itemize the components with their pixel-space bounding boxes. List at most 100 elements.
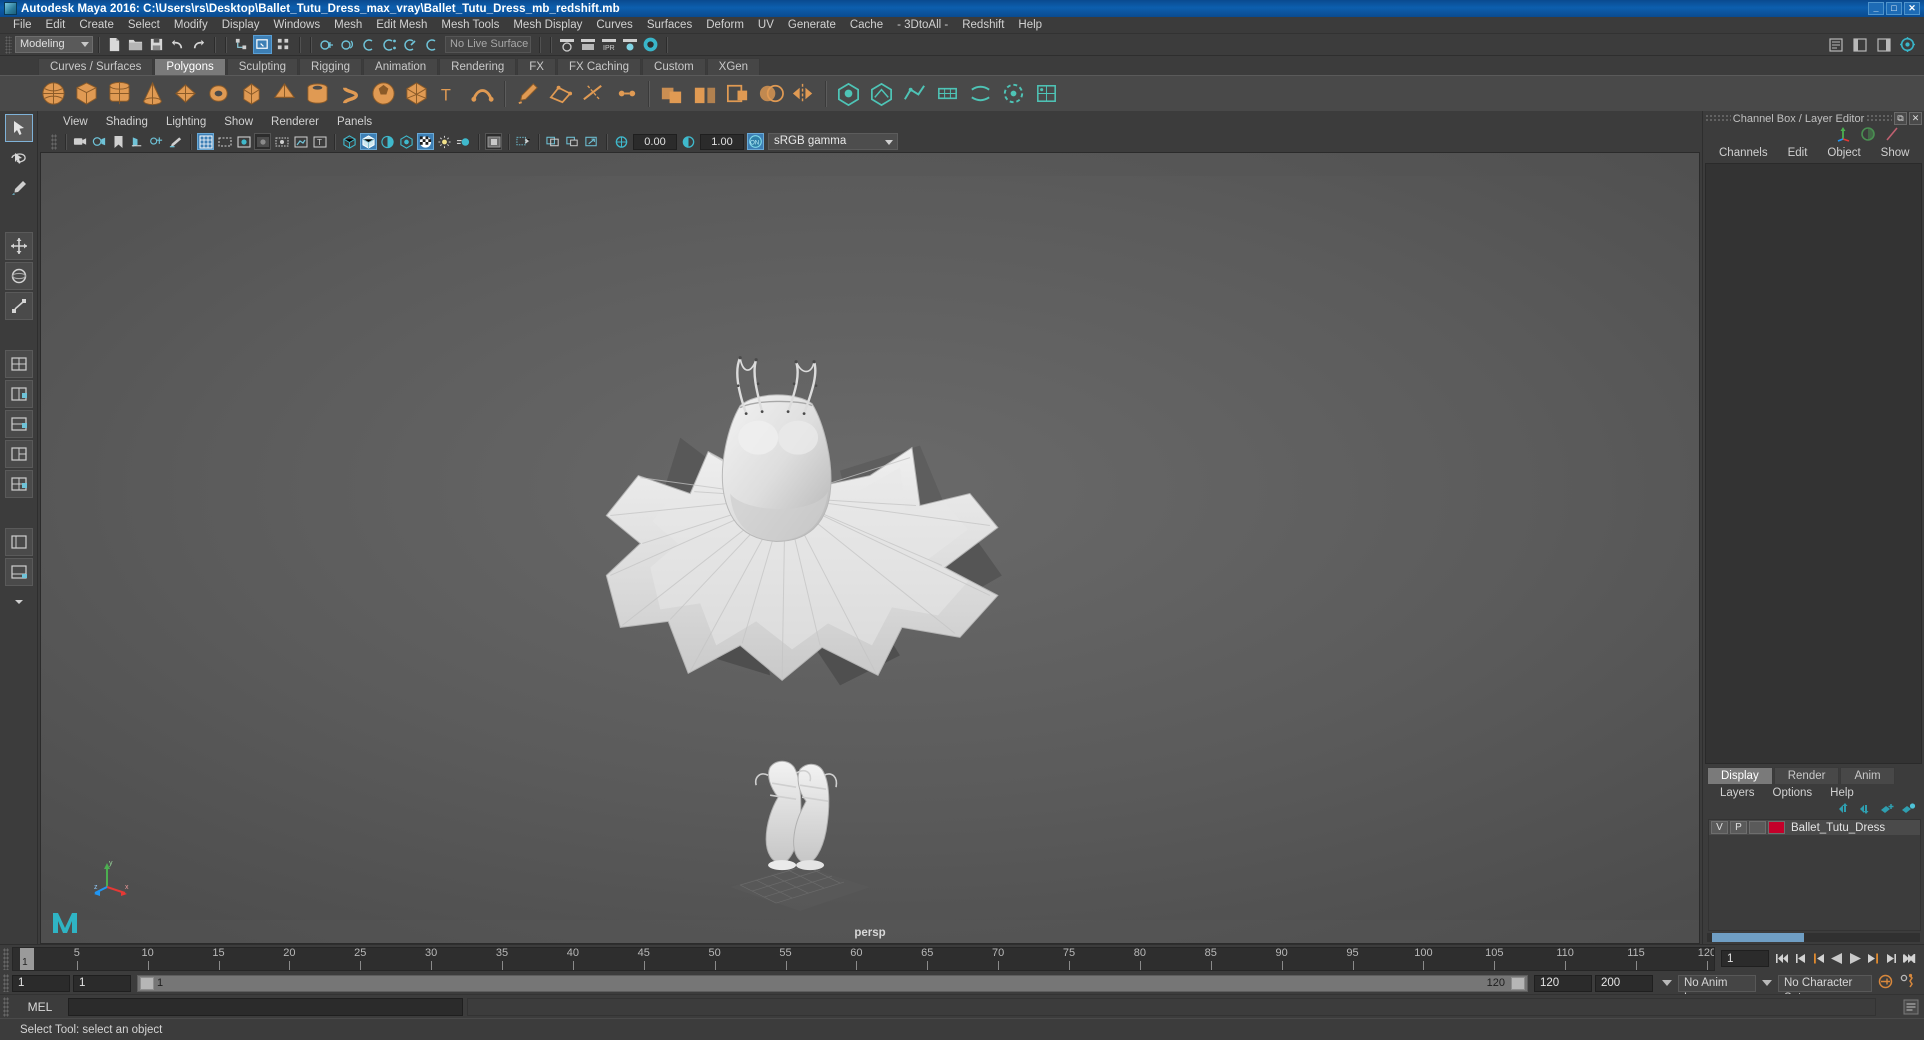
multi-cut-icon[interactable]	[578, 79, 608, 109]
persp-viewport[interactable]: y x z persp	[40, 152, 1700, 944]
make-live-icon[interactable]	[422, 35, 441, 54]
select-tool[interactable]	[4, 114, 33, 142]
shelf-tab-animation[interactable]: Animation	[363, 58, 439, 75]
shelf-tab-fx-caching[interactable]: FX Caching	[556, 58, 642, 75]
panel-menu-shading[interactable]: Shading	[97, 114, 157, 131]
resolution-gate-icon[interactable]	[235, 133, 252, 150]
channel-box-menu-show[interactable]: Show	[1871, 147, 1920, 159]
select-object-icon[interactable]	[253, 35, 272, 54]
smooth-shade-all-icon[interactable]	[292, 133, 309, 150]
open-folder-icon[interactable]	[126, 35, 145, 54]
current-frame-field[interactable]	[1721, 950, 1769, 967]
poly-cube-icon[interactable]	[71, 79, 101, 109]
range-slider-grip[interactable]	[3, 974, 9, 992]
scale-tool[interactable]	[4, 292, 33, 320]
undo-arrow-icon[interactable]	[168, 35, 187, 54]
step-back-keyframe-icon[interactable]	[1793, 951, 1808, 967]
channel-box-icon[interactable]	[1874, 35, 1893, 54]
new-layer-icon[interactable]	[1880, 802, 1895, 818]
layer-editor-tab-anim[interactable]: Anim	[1840, 767, 1895, 784]
poly-type-icon[interactable]: T	[434, 79, 464, 109]
new-layer-from-selected-icon[interactable]	[1901, 802, 1916, 818]
two-d-pan-zoom-icon[interactable]	[148, 133, 165, 150]
live-surface-field[interactable]: No Live Surface	[445, 36, 531, 53]
layer-editor-tab-display[interactable]: Display	[1707, 767, 1773, 784]
menu-item-mesh-display[interactable]: Mesh Display	[506, 17, 589, 34]
snap-to-curve-icon[interactable]	[338, 35, 357, 54]
layer-menu-layers[interactable]: Layers	[1711, 787, 1764, 799]
move-layer-up-icon[interactable]	[1838, 802, 1853, 818]
current-time-indicator[interactable]: 1	[20, 947, 35, 970]
grease-pencil-icon[interactable]	[167, 133, 184, 150]
anim-layer-selector[interactable]: No Anim Layer	[1678, 974, 1756, 1004]
undock-panel-button[interactable]: ⧉	[1894, 112, 1907, 125]
poly-pyramid-icon[interactable]	[269, 79, 299, 109]
smooth-shaded-icon[interactable]	[360, 133, 377, 150]
close-panel-button[interactable]: ✕	[1909, 112, 1922, 125]
move-axis-gizmo-icon[interactable]	[1836, 126, 1852, 145]
xray-joints-display-icon[interactable]	[564, 133, 581, 150]
scrollbar-thumb[interactable]	[1712, 933, 1804, 942]
attribute-editor-icon[interactable]	[1826, 35, 1845, 54]
go-to-end-icon[interactable]	[1901, 951, 1916, 967]
redo-arrow-icon[interactable]	[189, 35, 208, 54]
shelf-tab-polygons[interactable]: Polygons	[154, 58, 226, 75]
select-camera-icon[interactable]	[72, 133, 89, 150]
menu-item-display[interactable]: Display	[215, 17, 267, 34]
snap-to-view-plane-icon[interactable]	[401, 35, 420, 54]
extract-icon[interactable]	[722, 79, 752, 109]
camera-attributes-icon[interactable]	[91, 133, 108, 150]
time-slider-grip[interactable]	[3, 947, 9, 970]
xray-joints-icon[interactable]	[273, 133, 290, 150]
separate-icon[interactable]	[689, 79, 719, 109]
menu-item-3dtoall[interactable]: - 3DtoAll -	[890, 17, 955, 34]
exposure-field[interactable]	[633, 133, 677, 150]
menu-item-uv[interactable]: UV	[751, 17, 781, 34]
hardware-texturing-icon[interactable]	[379, 133, 396, 150]
two-pane-stacked-layout[interactable]	[4, 410, 33, 438]
play-forwards-icon[interactable]	[1847, 951, 1862, 967]
select-component-icon[interactable]	[274, 35, 293, 54]
smooth-icon[interactable]	[833, 79, 863, 109]
layer-list-horizontal-scrollbar[interactable]	[1707, 933, 1920, 942]
channel-box-menu-edit[interactable]: Edit	[1778, 147, 1818, 159]
poly-plane-icon[interactable]	[170, 79, 200, 109]
snap-to-projected-icon[interactable]	[380, 35, 399, 54]
viewport-toolbar-grip[interactable]	[51, 133, 57, 150]
ipr-render-icon[interactable]	[578, 35, 597, 54]
select-hierarchy-icon[interactable]	[232, 35, 251, 54]
sculpt-tool-icon[interactable]	[512, 79, 542, 109]
tool-settings-icon[interactable]	[1850, 35, 1869, 54]
shadows-icon[interactable]	[417, 133, 434, 150]
menu-item-file[interactable]: File	[6, 17, 39, 34]
rotate-tool[interactable]	[4, 262, 33, 290]
step-forward-frame-icon[interactable]	[1865, 951, 1880, 967]
layer-menu-help[interactable]: Help	[1821, 787, 1863, 799]
layer-editor-tab-render[interactable]: Render	[1773, 767, 1840, 784]
gamma-icon[interactable]	[680, 133, 697, 150]
xray-active-components-icon[interactable]	[545, 133, 562, 150]
play-backwards-icon[interactable]	[1829, 951, 1844, 967]
bridge-icon[interactable]	[965, 79, 995, 109]
shelf-tab-sculpting[interactable]: Sculpting	[226, 58, 299, 75]
animation-preferences-icon[interactable]	[1899, 973, 1916, 993]
paint-select-tool[interactable]	[5, 174, 33, 202]
poly-cone-icon[interactable]	[137, 79, 167, 109]
shelf-tab-fx[interactable]: FX	[517, 58, 556, 75]
four-pane-layout[interactable]	[4, 470, 33, 498]
command-input-field[interactable]	[68, 997, 463, 1016]
layer-color-swatch[interactable]	[1768, 821, 1785, 834]
menu-item-edit[interactable]: Edit	[39, 17, 73, 34]
two-pane-side-layout[interactable]	[4, 380, 33, 408]
display-layer-row[interactable]: V P Ballet_Tutu_Dress	[1709, 820, 1920, 835]
panel-menu-show[interactable]: Show	[215, 114, 262, 131]
exposure-icon[interactable]	[613, 133, 630, 150]
persp-outliner-layout[interactable]	[4, 528, 33, 556]
shelf-tab-curves-surfaces[interactable]: Curves / Surfaces	[38, 58, 154, 75]
color-management-on-icon[interactable]: ON	[747, 133, 764, 150]
workspace-settings-icon[interactable]	[1898, 35, 1917, 54]
three-pane-layout[interactable]	[4, 440, 33, 468]
menu-item-redshift[interactable]: Redshift	[955, 17, 1011, 34]
poly-torus-icon[interactable]	[203, 79, 233, 109]
menu-item-curves[interactable]: Curves	[589, 17, 639, 34]
